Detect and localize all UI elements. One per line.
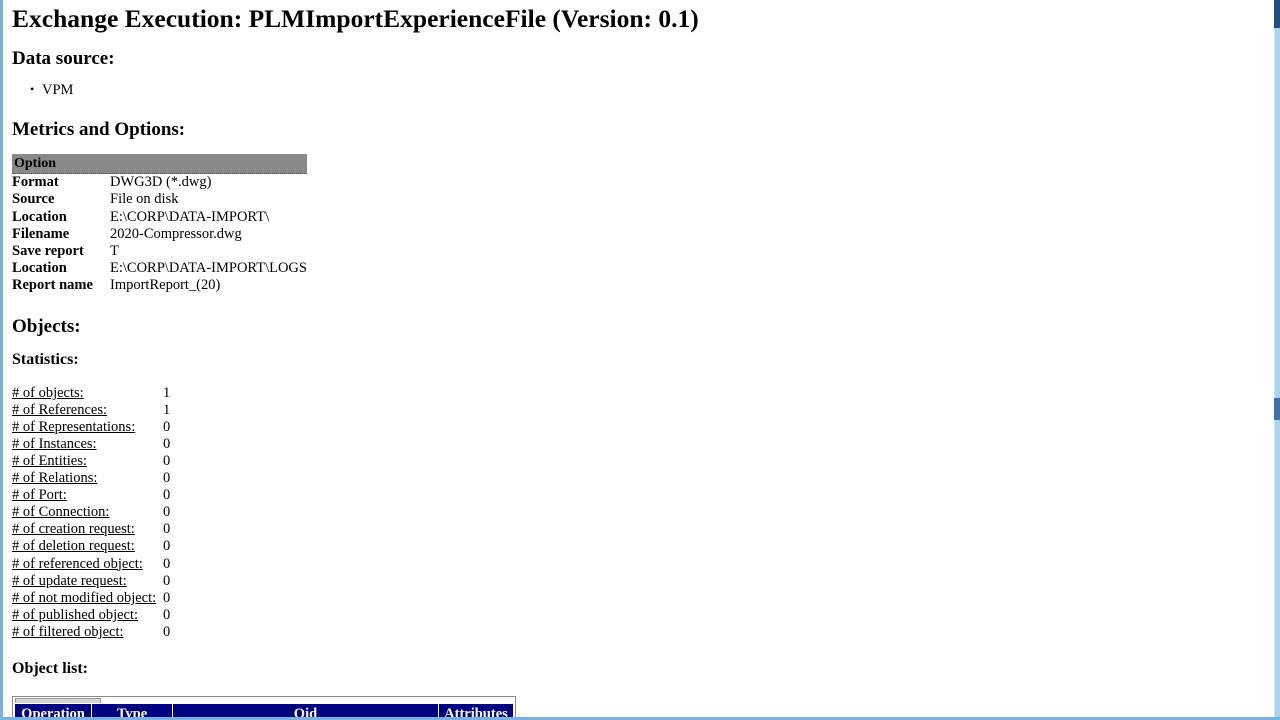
table-row: Source File on disk [12, 191, 307, 208]
table-row: # of creation request: 0 [12, 521, 181, 538]
statistic-label: # of published object: [12, 606, 139, 623]
option-value: E:\CORP\DATA-IMPORT\ [110, 208, 270, 225]
statistic-value: 1 [163, 401, 171, 418]
statistic-value: 0 [163, 521, 171, 538]
statistic-label: # of update request: [12, 572, 127, 589]
table-row: # of referenced object: 0 [12, 556, 181, 573]
statistics-table: # of objects: 1 # of References: 1 # of … [12, 385, 181, 641]
column-header-attributes: Attributes [438, 704, 513, 717]
object-list-heading: Object list: [12, 660, 88, 678]
statistic-label: # of Port: [12, 487, 67, 504]
statistic-value: 0 [163, 504, 171, 521]
data-source-heading: Data source: [12, 48, 115, 69]
table-row: # of Relations: 0 [12, 470, 181, 487]
option-key: Report name [12, 277, 93, 294]
option-value: DWG3D (*.dwg) [110, 174, 212, 191]
option-key: Filename [12, 225, 70, 242]
option-value: T [110, 243, 119, 260]
statistic-label: # of deletion request: [12, 538, 135, 555]
table-row: Format DWG3D (*.dwg) [12, 174, 307, 192]
table-row: # of update request: 0 [12, 573, 181, 590]
column-header-operation: Operation [15, 704, 91, 717]
data-source-list: VPM [12, 80, 1267, 99]
option-value: 2020-Compressor.dwg [110, 225, 242, 242]
scrollbar-find-marker [1274, 398, 1280, 420]
statistic-label: # of Representations: [12, 418, 136, 435]
statistic-label: # of Connection: [12, 504, 110, 521]
statistic-value: 0 [163, 589, 171, 606]
statistic-value: 0 [163, 623, 171, 640]
table-row: # of Entities: 0 [12, 453, 181, 470]
statistic-label: # of Entities: [12, 453, 87, 469]
statistic-label: # of objects: [12, 384, 84, 401]
table-row: # of objects: 1 [12, 385, 181, 402]
table-row: # of References: 1 [12, 402, 181, 419]
table-row: # of deletion request: 0 [12, 538, 181, 555]
table-row: # of filtered object: 0 [12, 624, 181, 641]
statistic-label: # of Instances: [12, 435, 97, 452]
list-item: VPM [30, 80, 1267, 99]
table-row: Filename 2020-Compressor.dwg [12, 226, 307, 243]
statistic-value: 1 [163, 384, 171, 401]
table-header-row: Operation Type Oid Attributes [15, 704, 513, 717]
option-value: E:\CORP\DATA-IMPORT\LOGS [110, 260, 307, 277]
statistic-value: 0 [163, 606, 171, 623]
statistic-value: 0 [163, 470, 171, 487]
option-column-header: Option [12, 154, 307, 175]
table-row: Save report T [12, 243, 307, 260]
option-key: Location [12, 208, 67, 225]
option-value: ImportReport_(20) [110, 277, 221, 294]
table-row: Location E:\CORP\DATA-IMPORT\ [12, 209, 307, 226]
statistic-value: 0 [163, 572, 171, 589]
statistic-value: 0 [163, 435, 171, 452]
statistic-value: 0 [163, 418, 171, 435]
report-document: Exchange Execution: PLMImportExperienceF… [12, 0, 1267, 717]
page-title: Exchange Execution: PLMImportExperienceF… [12, 4, 699, 33]
statistic-label: # of referenced object: [12, 555, 143, 572]
browser-viewport: Exchange Execution: PLMImportExperienceF… [0, 0, 1280, 720]
table-row: # of published object: 0 [12, 607, 181, 624]
scrollbar-thumb[interactable] [1274, 0, 1280, 28]
vertical-scrollbar[interactable] [1274, 0, 1280, 717]
statistic-label: # of Relations: [12, 470, 98, 487]
statistics-heading: Statistics: [12, 350, 79, 368]
table-row: # of Representations: 0 [12, 419, 181, 436]
table-row: # of Instances: 0 [12, 436, 181, 453]
column-header-oid: Oid [173, 704, 438, 717]
table-row: # of Connection: 0 [12, 504, 181, 521]
object-list-table-wrapper: Operation Type Oid Attributes . Referenc… [12, 696, 516, 717]
statistic-value: 0 [163, 453, 171, 469]
table-row: Location E:\CORP\DATA-IMPORT\LOGS [12, 260, 307, 277]
objects-heading: Objects: [12, 315, 81, 337]
table-row: # of Port: 0 [12, 487, 181, 504]
column-header-type: Type [92, 704, 172, 717]
statistic-value: 0 [163, 487, 171, 504]
option-key: Format [12, 174, 59, 191]
table-row: # of not modified object: 0 [12, 590, 181, 607]
statistic-label: # of creation request: [12, 521, 135, 538]
statistic-label: # of References: [12, 401, 108, 418]
table-header-row: Option [12, 154, 307, 175]
options-table: Option Format DWG3D (*.dwg) Source File … [12, 154, 307, 295]
object-list-table: Operation Type Oid Attributes . Referenc… [14, 703, 514, 717]
option-value: File on disk [110, 191, 179, 208]
option-key: Save report [12, 243, 84, 260]
statistic-value: 0 [163, 555, 171, 572]
statistic-label: # of not modified object: [12, 589, 157, 606]
option-key: Source [12, 191, 55, 208]
option-key: Location [12, 260, 67, 277]
table-row: Report name ImportReport_(20) [12, 277, 307, 294]
metrics-options-heading: Metrics and Options: [12, 119, 186, 140]
statistic-label: # of filtered object: [12, 623, 124, 640]
statistic-value: 0 [163, 538, 171, 555]
